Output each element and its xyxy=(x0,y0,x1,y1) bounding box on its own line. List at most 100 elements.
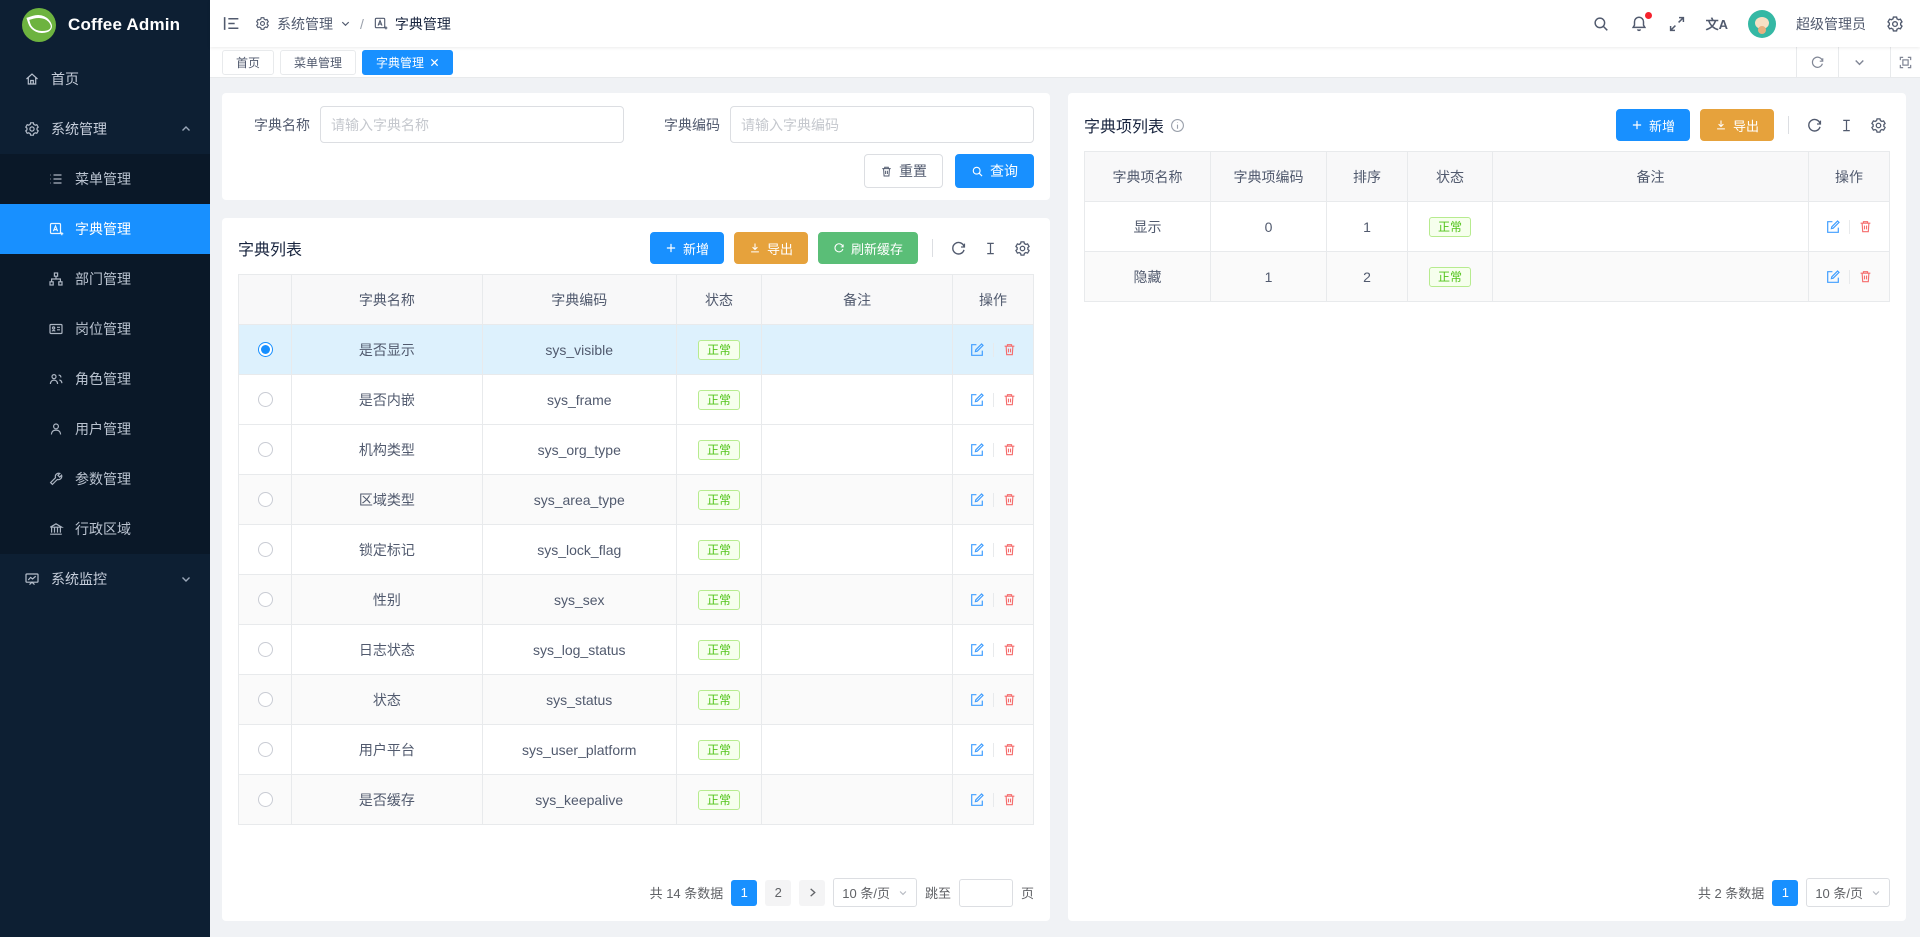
sidebar-item-system-monitor[interactable]: 系统监控 xyxy=(0,554,210,604)
table-row[interactable]: 性别 sys_sex 正常 xyxy=(239,575,1033,625)
table-row[interactable]: 显示 0 1 正常 xyxy=(1085,202,1889,252)
dict-name-input[interactable] xyxy=(320,106,624,143)
reset-button[interactable]: 重置 xyxy=(864,154,943,188)
search-icon[interactable] xyxy=(1592,15,1610,33)
edit-icon[interactable] xyxy=(969,642,985,658)
page-1-button[interactable]: 1 xyxy=(731,880,757,906)
sidebar-item-user-mgmt[interactable]: 用户管理 xyxy=(0,404,210,454)
next-page-button[interactable] xyxy=(799,880,825,906)
page-1-button[interactable]: 1 xyxy=(1772,880,1798,906)
tab-home[interactable]: 首页 xyxy=(222,50,274,75)
row-radio[interactable] xyxy=(258,792,273,807)
row-radio[interactable] xyxy=(258,392,273,407)
user-name[interactable]: 超级管理员 xyxy=(1796,14,1866,34)
tabs-menu-chevron-down-icon[interactable] xyxy=(1838,47,1880,77)
delete-icon[interactable] xyxy=(1002,592,1017,607)
delete-icon[interactable] xyxy=(1858,269,1873,284)
page-size-select[interactable]: 10 条/页 xyxy=(833,878,917,907)
edit-icon[interactable] xyxy=(969,692,985,708)
chevron-down-icon[interactable] xyxy=(340,18,351,29)
refresh-tabs-icon[interactable] xyxy=(1796,47,1838,77)
table-row[interactable]: 是否缓存 sys_keepalive 正常 xyxy=(239,775,1033,825)
delete-icon[interactable] xyxy=(1002,492,1017,507)
edit-icon[interactable] xyxy=(969,792,985,808)
edit-icon[interactable] xyxy=(969,392,985,408)
sidebar-item-param-mgmt[interactable]: 参数管理 xyxy=(0,454,210,504)
delete-icon[interactable] xyxy=(1002,342,1017,357)
edit-icon[interactable] xyxy=(969,342,985,358)
breadcrumb-level1[interactable]: 系统管理 xyxy=(277,14,333,34)
col-dict-name: 字典名称 xyxy=(292,275,483,324)
delete-icon[interactable] xyxy=(1002,442,1017,457)
delete-icon[interactable] xyxy=(1002,692,1017,707)
table-settings-gear-icon[interactable] xyxy=(1870,117,1887,134)
dict-code-input[interactable] xyxy=(730,106,1034,143)
row-radio[interactable] xyxy=(258,592,273,607)
delete-icon[interactable] xyxy=(1002,542,1017,557)
refresh-table-icon[interactable] xyxy=(1806,117,1823,134)
close-icon[interactable] xyxy=(430,58,439,67)
page-2-button[interactable]: 2 xyxy=(765,880,791,906)
sidebar-item-label: 参数管理 xyxy=(75,469,131,489)
fullscreen-icon[interactable] xyxy=(1668,15,1686,33)
table-row[interactable]: 隐藏 1 2 正常 xyxy=(1085,252,1889,302)
page-size-select[interactable]: 10 条/页 xyxy=(1806,878,1890,907)
row-radio[interactable] xyxy=(258,542,273,557)
edit-icon[interactable] xyxy=(1825,219,1841,235)
table-row[interactable]: 锁定标记 sys_lock_flag 正常 xyxy=(239,525,1033,575)
delete-icon[interactable] xyxy=(1002,642,1017,657)
row-height-icon[interactable] xyxy=(1839,118,1854,133)
edit-icon[interactable] xyxy=(1825,269,1841,285)
row-radio[interactable] xyxy=(258,692,273,707)
add-dict-button[interactable]: 新增 xyxy=(650,232,724,264)
sidebar-collapse-icon[interactable] xyxy=(222,14,241,33)
export-dict-item-button[interactable]: 导出 xyxy=(1700,109,1774,141)
row-radio[interactable] xyxy=(258,742,273,757)
status-badge: 正常 xyxy=(698,340,740,360)
refresh-table-icon[interactable] xyxy=(950,240,967,257)
tab-dict-mgmt[interactable]: 字典管理 xyxy=(362,50,453,75)
edit-icon[interactable] xyxy=(969,492,985,508)
table-row[interactable]: 区域类型 sys_area_type 正常 xyxy=(239,475,1033,525)
add-dict-item-button[interactable]: 新增 xyxy=(1616,109,1690,141)
delete-icon[interactable] xyxy=(1858,219,1873,234)
maximize-content-icon[interactable] xyxy=(1890,47,1920,77)
edit-icon[interactable] xyxy=(969,542,985,558)
divider xyxy=(993,643,994,657)
edit-icon[interactable] xyxy=(969,592,985,608)
refresh-cache-button[interactable]: 刷新缓存 xyxy=(818,232,918,264)
jump-page-input[interactable] xyxy=(959,879,1013,907)
table-row[interactable]: 机构类型 sys_org_type 正常 xyxy=(239,425,1033,475)
delete-icon[interactable] xyxy=(1002,742,1017,757)
row-radio[interactable] xyxy=(258,342,273,357)
sidebar-item-admin-region[interactable]: 行政区域 xyxy=(0,504,210,554)
notification-bell-icon[interactable] xyxy=(1630,15,1648,33)
sidebar-item-system-mgmt[interactable]: 系统管理 xyxy=(0,104,210,154)
delete-icon[interactable] xyxy=(1002,392,1017,407)
sidebar-item-role-mgmt[interactable]: 角色管理 xyxy=(0,354,210,404)
delete-icon[interactable] xyxy=(1002,792,1017,807)
table-row[interactable]: 日志状态 sys_log_status 正常 xyxy=(239,625,1033,675)
avatar[interactable] xyxy=(1748,10,1776,38)
sidebar-item-menu-mgmt[interactable]: 菜单管理 xyxy=(0,154,210,204)
row-radio[interactable] xyxy=(258,442,273,457)
edit-icon[interactable] xyxy=(969,742,985,758)
search-button[interactable]: 查询 xyxy=(955,154,1034,188)
sidebar-item-dict-mgmt[interactable]: 字典管理 xyxy=(0,204,210,254)
sidebar-item-post-mgmt[interactable]: 岗位管理 xyxy=(0,304,210,354)
table-row[interactable]: 是否显示 sys_visible 正常 xyxy=(239,325,1033,375)
row-height-icon[interactable] xyxy=(983,241,998,256)
tab-menu-mgmt[interactable]: 菜单管理 xyxy=(280,50,356,75)
sidebar-item-dept-mgmt[interactable]: 部门管理 xyxy=(0,254,210,304)
table-settings-gear-icon[interactable] xyxy=(1014,240,1031,257)
table-row[interactable]: 用户平台 sys_user_platform 正常 xyxy=(239,725,1033,775)
table-row[interactable]: 是否内嵌 sys_frame 正常 xyxy=(239,375,1033,425)
export-dict-button[interactable]: 导出 xyxy=(734,232,808,264)
language-translate-icon[interactable]: 文A xyxy=(1706,14,1728,33)
row-radio[interactable] xyxy=(258,492,273,507)
settings-gear-icon[interactable] xyxy=(1886,15,1904,33)
table-row[interactable]: 状态 sys_status 正常 xyxy=(239,675,1033,725)
row-radio[interactable] xyxy=(258,642,273,657)
edit-icon[interactable] xyxy=(969,442,985,458)
sidebar-item-home[interactable]: 首页 xyxy=(0,54,210,104)
